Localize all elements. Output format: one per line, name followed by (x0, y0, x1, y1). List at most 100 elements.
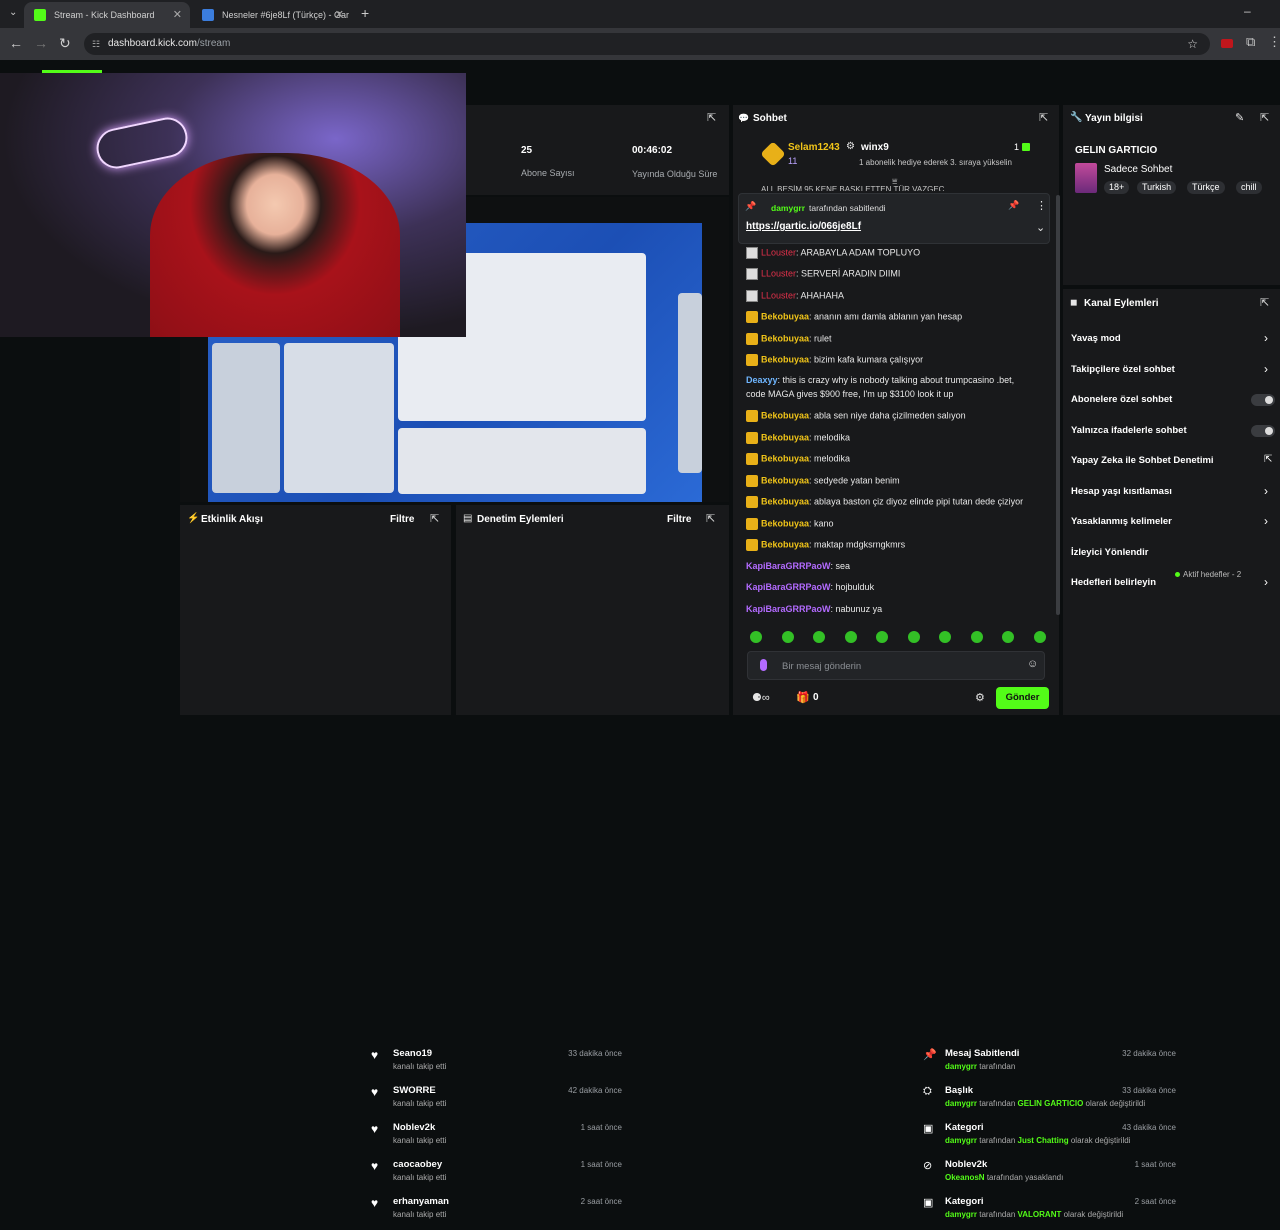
moderation-user[interactable]: OkeanosN (945, 1173, 985, 1182)
tab-list-chevron-icon[interactable]: ⌄ (9, 7, 17, 18)
menu-dots-icon[interactable]: ⋮ (1268, 34, 1280, 50)
extensions-puzzle-icon[interactable]: ⧉ (1246, 34, 1255, 50)
top-gifter-name[interactable]: Selam1243 (788, 142, 840, 153)
channel-action-label[interactable]: Hesap yaşı kısıtlaması (1071, 486, 1172, 497)
emote-icon[interactable] (1033, 631, 1046, 643)
chevron-right-icon[interactable]: › (1264, 575, 1268, 589)
new-tab-icon[interactable]: + (361, 5, 369, 21)
chat-username[interactable]: KapiBaraGRRPaoW (746, 604, 831, 614)
edit-icon[interactable]: ✎ (1235, 111, 1244, 124)
site-info-icon[interactable]: ☷ (92, 33, 100, 55)
channel-action-label[interactable]: Yasaklanmış kelimeler (1071, 516, 1172, 527)
moderation-item[interactable]: ▣ Kategori damygrr tarafından VALORANT ola… (912, 1196, 1185, 1230)
close-tab-icon[interactable]: ✕ (173, 2, 182, 28)
chat-username[interactable]: Deaxyy (746, 375, 778, 385)
chevron-right-icon[interactable]: › (1264, 514, 1268, 528)
chat-username[interactable]: LLouster (761, 290, 796, 300)
channel-action-label[interactable]: İzleyici Yönlendir (1071, 547, 1148, 558)
moderation-user[interactable]: damygrr (945, 1136, 977, 1145)
toggle-switch[interactable] (1251, 424, 1275, 437)
tag-turkce[interactable]: Türkçe (1187, 181, 1225, 194)
chat-username[interactable]: LLouster (761, 247, 796, 257)
chat-username[interactable]: Bekobuyaa (761, 539, 809, 549)
tab-gartic[interactable]: Nesneler #6je8Lf (Türkçe) - Gar ✕ (192, 2, 352, 28)
activity-name[interactable]: erhanyaman (393, 1196, 449, 1207)
extension-badge-icon[interactable] (1221, 39, 1233, 48)
unpin-icon[interactable]: 📌 (1008, 200, 1019, 211)
send-button[interactable]: Gönder (996, 687, 1049, 709)
moderation-item[interactable]: 📌 Mesaj Sabitlendi damygrr tarafından 32 d… (912, 1048, 1185, 1082)
reload-icon[interactable]: ↻ (59, 35, 71, 52)
moderation-user[interactable]: damygrr (945, 1099, 977, 1108)
activity-name[interactable]: caocaobey (393, 1159, 442, 1170)
emote-icon[interactable] (970, 631, 983, 643)
channel-action-label[interactable]: Takipçilere özel sohbet (1071, 364, 1175, 375)
emote-icon[interactable] (876, 631, 888, 643)
emote-icon[interactable] (907, 631, 920, 643)
activity-name[interactable]: Seano19 (393, 1048, 432, 1059)
chat-username[interactable]: KapiBaraGRRPaoW (746, 582, 831, 592)
expand-icon[interactable]: ⇱ (1260, 111, 1269, 124)
expand-pinned-icon[interactable]: ⌄ (1036, 221, 1045, 234)
expand-icon[interactable]: ⇱ (1039, 111, 1048, 124)
chat-username[interactable]: Bekobuyaa (761, 333, 809, 343)
microphone-icon[interactable] (760, 659, 767, 671)
more-options-icon[interactable]: ⋮ (1036, 199, 1047, 212)
chat-username[interactable]: Bekobuyaa (761, 496, 809, 506)
moderation-user[interactable]: damygrr (945, 1062, 977, 1071)
activity-item[interactable]: ♥ Noblev2k kanalı takip etti 1 saat önce (360, 1122, 631, 1156)
tag-18plus[interactable]: 18+ (1104, 181, 1130, 194)
bookmark-star-icon[interactable]: ☆ (1187, 33, 1198, 55)
moderation-item[interactable]: ⛭ Başlık damygrr tarafından GELIN GARTICIO… (912, 1085, 1185, 1119)
close-tab-icon[interactable]: ✕ (335, 2, 344, 28)
chevron-right-icon[interactable]: › (1264, 331, 1268, 345)
activity-item[interactable]: ♥ SWORRE kanalı takip etti 42 dakika önce (360, 1085, 631, 1119)
address-bar[interactable]: ☷ dashboard.kick.com/stream ☆ (84, 33, 1210, 55)
chat-username[interactable]: Bekobuyaa (761, 410, 809, 420)
chat-settings-icon[interactable]: ⚙ (975, 691, 985, 704)
channel-action-label[interactable]: Hedefleri belirleyin (1071, 577, 1156, 588)
chat-username[interactable]: Bekobuyaa (761, 475, 809, 485)
minimize-icon[interactable]: – (1244, 4, 1251, 18)
activity-item[interactable]: ♥ Seano19 kanalı takip etti 33 dakika önce (360, 1048, 631, 1082)
gift-box-icon[interactable]: 🎁 (796, 691, 810, 704)
back-icon[interactable]: ← (9, 35, 23, 51)
activity-filter-button[interactable]: Filtre (390, 514, 414, 525)
moderation-user[interactable]: damygrr (945, 1210, 977, 1219)
chat-username[interactable]: Bekobuyaa (761, 432, 809, 442)
toggle-switch[interactable] (1251, 394, 1275, 406)
emote-icon[interactable] (1002, 631, 1014, 643)
expand-icon[interactable]: ⇱ (430, 512, 439, 525)
expand-icon[interactable]: ⇱ (707, 111, 716, 124)
moderation-item[interactable]: ⊘ Noblev2k OkeanosN tarafından yasaklandı … (912, 1159, 1185, 1193)
emote-icon[interactable] (750, 631, 762, 643)
activity-item[interactable]: ♥ caocaobey kanalı takip etti 1 saat önce (360, 1159, 631, 1193)
chat-username[interactable]: KapiBaraGRRPaoW (746, 561, 831, 571)
emote-icon[interactable] (781, 631, 794, 643)
expand-icon[interactable]: ⇱ (1260, 296, 1269, 309)
activity-item[interactable]: ♥ erhanyaman kanalı takip etti 2 saat önce (360, 1196, 631, 1230)
emoji-picker-icon[interactable]: ☺ (1027, 658, 1038, 670)
expand-icon[interactable]: ⇱ (706, 512, 715, 525)
chat-username[interactable]: Bekobuyaa (761, 354, 809, 364)
activity-name[interactable]: SWORRE (393, 1085, 436, 1096)
chat-scrollbar[interactable] (1056, 195, 1060, 615)
channel-action-label[interactable]: Abonelere özel sohbet (1071, 394, 1172, 405)
activity-name[interactable]: Noblev2k (393, 1122, 435, 1133)
chat-username[interactable]: Bekobuyaa (761, 311, 809, 321)
tab-kick-dashboard[interactable]: Stream - Kick Dashboard ✕ (24, 2, 190, 28)
chat-username[interactable]: Bekobuyaa (761, 518, 809, 528)
chat-input[interactable]: Bir mesaj gönderin ☺ (747, 651, 1045, 680)
channel-action-label[interactable]: Yapay Zeka ile Sohbet Denetimi (1071, 455, 1214, 466)
forward-icon[interactable]: → (34, 35, 48, 51)
moderation-item[interactable]: ▣ Kategori damygrr tarafından Just Chattin… (912, 1122, 1185, 1156)
emote-icon[interactable] (813, 631, 825, 643)
chevron-right-icon[interactable]: › (1264, 484, 1268, 498)
pinned-by-user[interactable]: damygrr (771, 203, 805, 213)
pinned-link[interactable]: https://gartic.io/066je8Lf (746, 221, 861, 232)
emote-icon[interactable] (939, 631, 951, 643)
tag-chill[interactable]: chill (1236, 181, 1262, 194)
channel-action-label[interactable]: Yalnızca ifadelerle sohbet (1071, 425, 1187, 436)
external-link-icon[interactable]: ⇱ (1264, 454, 1272, 465)
moderation-filter-button[interactable]: Filtre (667, 514, 691, 525)
